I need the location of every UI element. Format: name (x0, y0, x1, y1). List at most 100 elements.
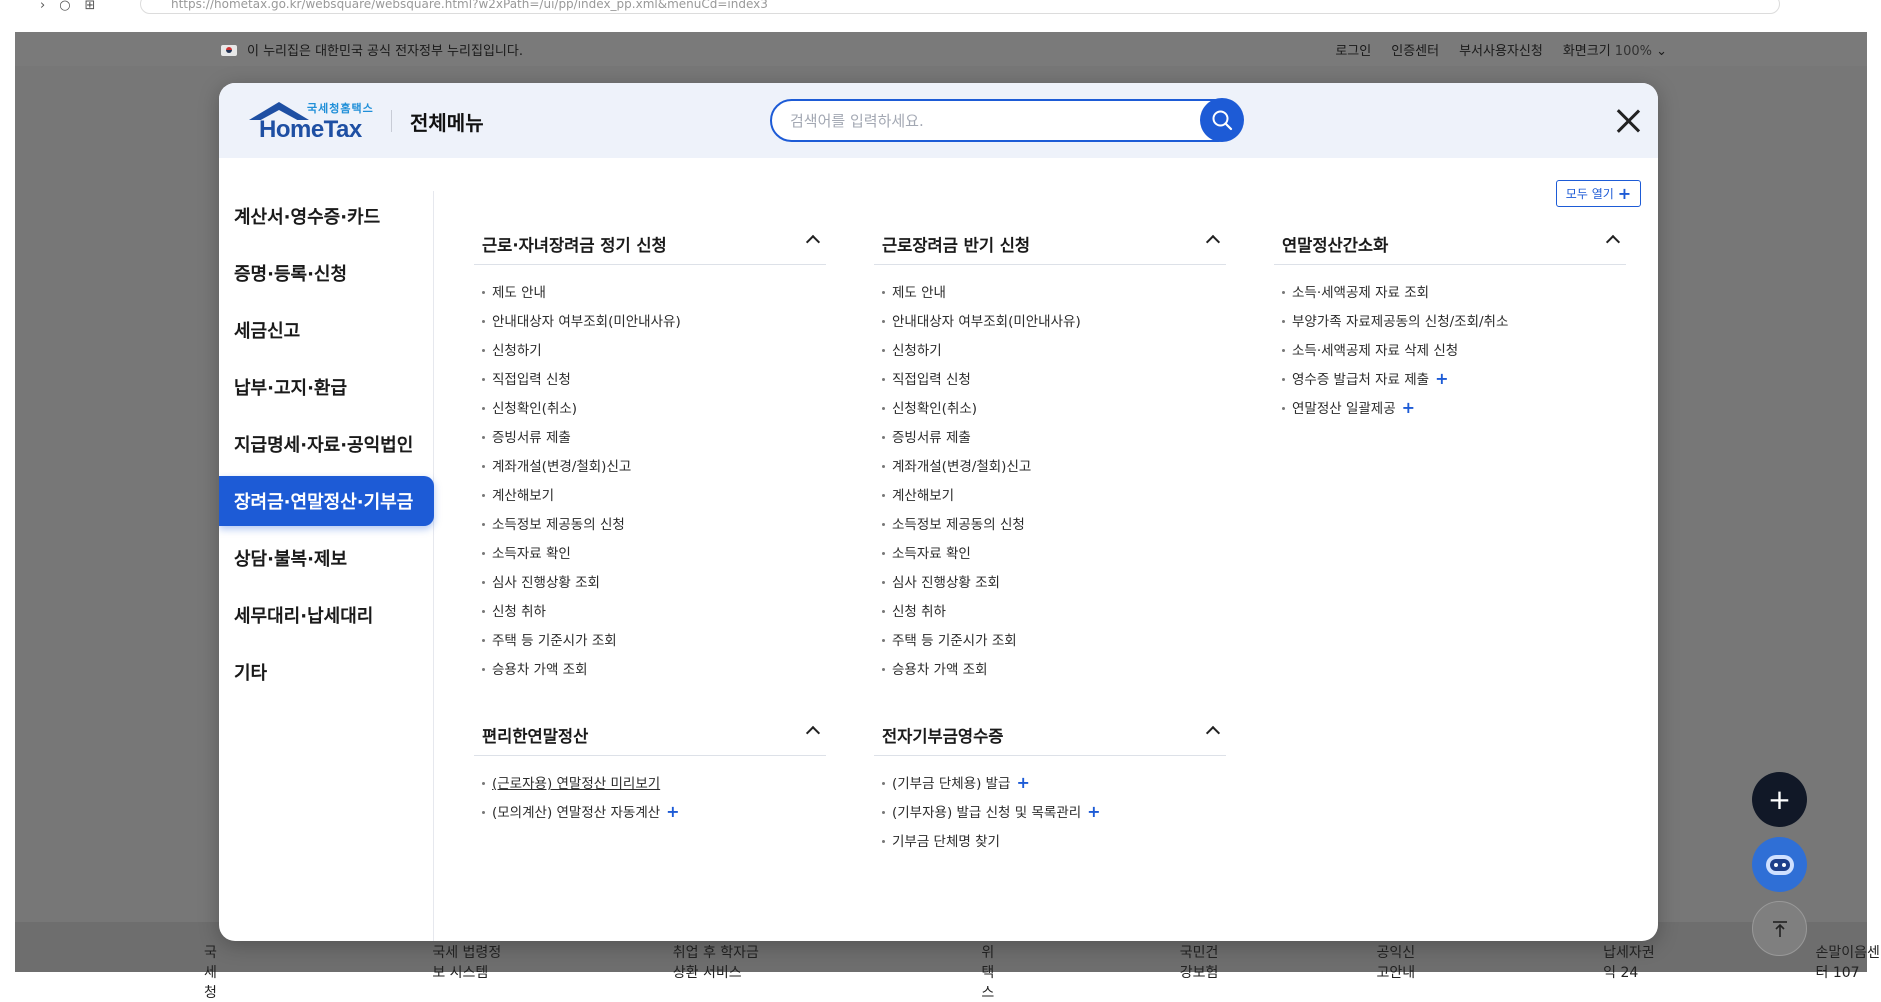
footer-link[interactable]: 국민건강보험 (1180, 942, 1227, 1002)
expand-plus-icon[interactable]: + (1087, 802, 1100, 821)
footer-link[interactable]: 손말이음센터 107 (1815, 942, 1881, 1002)
sidebar-item[interactable]: 세무대리·납세대리 (219, 590, 434, 640)
menu-item[interactable]: 안내대상자 여부조회(미안내사유) (474, 312, 826, 341)
menu-item[interactable]: 계좌개설(변경/철회)신고 (874, 457, 1226, 486)
section-header[interactable]: 근로·자녀장려금 정기 신청 (474, 225, 826, 265)
menu-item[interactable]: 제도 안내 (474, 283, 826, 312)
menu-item[interactable]: 심사 진행상황 조회 (874, 573, 1226, 602)
menu-item[interactable]: 소득정보 제공동의 신청 (874, 515, 1226, 544)
menu-item[interactable]: 승용차 가액 조회 (474, 660, 826, 689)
close-icon[interactable] (1615, 108, 1641, 134)
menu-item-label: 소득자료 확인 (892, 546, 971, 562)
chevron-up-icon[interactable] (1605, 234, 1621, 250)
menu-item-label: 기부금 단체명 찾기 (892, 834, 1000, 850)
sidebar-item[interactable]: 계산서·영수증·카드 (219, 191, 434, 241)
menu-item-label: 계산해보기 (492, 488, 555, 504)
quick-menu-button[interactable]: + (1752, 772, 1807, 827)
menu-item[interactable]: 주택 등 기준시가 조회 (474, 631, 826, 660)
menu-item[interactable]: 계산해보기 (474, 486, 826, 515)
footer-link[interactable]: 국세 법령정보 시스템 (432, 942, 507, 1002)
sidebar-item[interactable]: 세금신고 (219, 305, 434, 355)
menu-item-label: 신청하기 (492, 343, 542, 359)
expand-plus-icon[interactable]: + (666, 802, 679, 821)
menu-item[interactable]: (근로자용) 연말정산 미리보기 (474, 774, 826, 803)
open-all-button[interactable]: 모두 열기 + (1556, 180, 1641, 207)
expand-plus-icon[interactable]: + (1016, 773, 1029, 792)
menu-item[interactable]: 소득·세액공제 자료 조회 (1274, 283, 1626, 312)
menu-item[interactable]: 증빙서류 제출 (474, 428, 826, 457)
chatbot-button[interactable] (1752, 837, 1807, 892)
expand-plus-icon[interactable]: + (1435, 369, 1448, 388)
sidebar-item[interactable]: 증명·등록·신청 (219, 248, 434, 298)
menu-item-label: 직접입력 신청 (492, 372, 571, 388)
menu-item[interactable]: 증빙서류 제출 (874, 428, 1226, 457)
section-header[interactable]: 전자기부금영수증 (874, 716, 1226, 756)
address-bar[interactable]: https://hometax.go.kr/websquare/websquar… (140, 0, 1780, 14)
menu-item[interactable]: 영수증 발급처 자료 제출 + (1274, 370, 1626, 399)
menu-item[interactable]: 부양가족 자료제공동의 신청/조회/취소 (1274, 312, 1626, 341)
menu-item[interactable]: 소득정보 제공동의 신청 (474, 515, 826, 544)
chevron-up-icon[interactable] (805, 234, 821, 250)
menu-item-label: 안내대상자 여부조회(미안내사유) (492, 314, 681, 330)
section-title: 연말정산간소화 (1282, 236, 1389, 255)
menu-item[interactable]: 신청 취하 (874, 602, 1226, 631)
chevron-up-icon[interactable] (805, 725, 821, 741)
section-header[interactable]: 연말정산간소화 (1274, 225, 1626, 265)
hometax-logo[interactable]: 국세청홈택스 HomeTax (249, 100, 379, 144)
footer-link[interactable]: 취업 후 학자금상환 서비스 (673, 942, 767, 1002)
footer-link[interactable]: 위택스 (981, 942, 1004, 1002)
footer-link[interactable]: 국세청 (204, 942, 227, 1002)
menu-item[interactable]: 심사 진행상황 조회 (474, 573, 826, 602)
sidebar-item[interactable]: 납부·고지·환급 (219, 362, 434, 412)
sidebar-item[interactable]: 기타 (219, 647, 434, 697)
menu-item[interactable]: 신청 취하 (474, 602, 826, 631)
search-button[interactable] (1200, 98, 1244, 142)
sidebar-item[interactable]: 지급명세·자료·공익법인 (219, 419, 434, 469)
zoom-label: 화면크기 (1562, 44, 1611, 59)
browser-nav-icons[interactable]: ›○⊞ (40, 0, 109, 13)
menu-item[interactable]: 소득·세액공제 자료 삭제 신청 (1274, 341, 1626, 370)
sidebar-item[interactable]: 장려금·연말정산·기부금 (219, 476, 434, 526)
section-header[interactable]: 편리한연말정산 (474, 716, 826, 756)
zoom-control[interactable]: 화면크기 100% ⌄ (1563, 40, 1667, 59)
menu-item[interactable]: (모의계산) 연말정산 자동계산 + (474, 803, 826, 832)
menu-item-label: 계좌개설(변경/철회)신고 (892, 459, 1032, 475)
sidebar-item[interactable]: 상담·불복·제보 (219, 533, 434, 583)
cert-center-link[interactable]: 인증센터 (1391, 40, 1439, 59)
search-input[interactable] (790, 110, 1170, 132)
menu-item[interactable]: 신청확인(취소) (874, 399, 1226, 428)
menu-item[interactable]: 신청하기 (874, 341, 1226, 370)
menu-item[interactable]: 소득자료 확인 (474, 544, 826, 573)
section-convenient-yearend: 편리한연말정산 (근로자용) 연말정산 미리보기 (모의계산) 연말정산 자동계산 + (474, 716, 826, 832)
menu-item[interactable]: 신청확인(취소) (474, 399, 826, 428)
menu-item-label: 소득자료 확인 (492, 546, 571, 562)
menu-item[interactable]: 안내대상자 여부조회(미안내사유) (874, 312, 1226, 341)
login-link[interactable]: 로그인 (1335, 40, 1371, 59)
menu-item-label: 신청확인(취소) (892, 401, 978, 417)
menu-item[interactable]: 신청하기 (474, 341, 826, 370)
menu-item[interactable]: 직접입력 신청 (474, 370, 826, 399)
government-banner: 이 누리집은 대한민국 공식 전자정부 누리집입니다. 로그인 인증센터 부서사… (15, 32, 1867, 66)
menu-item[interactable]: (기부자용) 발급 신청 및 목록관리 + (874, 803, 1226, 832)
menu-item-label: 심사 진행상황 조회 (892, 575, 1000, 591)
logo-subtitle: 국세청홈택스 (307, 102, 374, 115)
menu-item-label: (근로자용) 연말정산 미리보기 (492, 776, 661, 792)
footer-link[interactable]: 공익신고안내 (1376, 942, 1423, 1002)
menu-item[interactable]: 직접입력 신청 (874, 370, 1226, 399)
menu-item[interactable]: 소득자료 확인 (874, 544, 1226, 573)
section-header[interactable]: 근로장려금 반기 신청 (874, 225, 1226, 265)
menu-item[interactable]: 계좌개설(변경/철회)신고 (474, 457, 826, 486)
dept-user-link[interactable]: 부서사용자신청 (1459, 40, 1543, 59)
menu-item[interactable]: 주택 등 기준시가 조회 (874, 631, 1226, 660)
footer-link[interactable]: 납세자권익 24 (1603, 942, 1655, 1002)
menu-item[interactable]: 기부금 단체명 찾기 (874, 832, 1226, 861)
menu-item[interactable]: 제도 안내 (874, 283, 1226, 312)
expand-plus-icon[interactable]: + (1402, 398, 1415, 417)
menu-item[interactable]: 계산해보기 (874, 486, 1226, 515)
scroll-top-button[interactable] (1752, 901, 1807, 956)
menu-item[interactable]: (기부금 단체용) 발급 + (874, 774, 1226, 803)
menu-item[interactable]: 승용차 가액 조회 (874, 660, 1226, 689)
chevron-up-icon[interactable] (1205, 725, 1221, 741)
chevron-up-icon[interactable] (1205, 234, 1221, 250)
menu-item[interactable]: 연말정산 일괄제공 + (1274, 399, 1626, 428)
